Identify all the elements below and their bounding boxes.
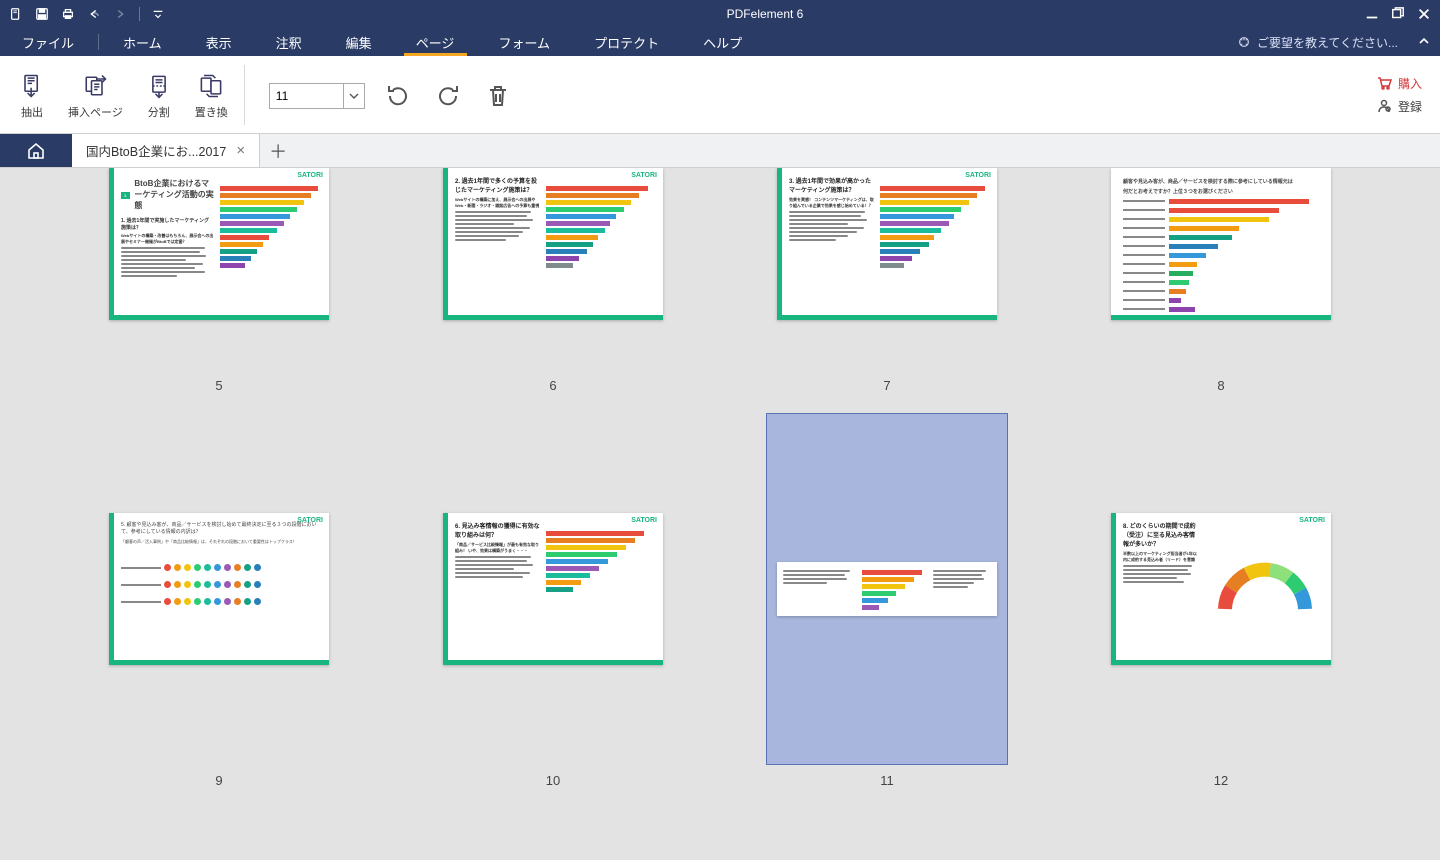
page-number-label: 12 (1214, 773, 1228, 788)
brand-logo: SATORI (1299, 517, 1325, 524)
page-number-label: 10 (546, 773, 560, 788)
menu-page[interactable]: ページ (394, 28, 477, 56)
insert-label: 挿入ページ (68, 104, 123, 120)
page-number-dropdown-icon[interactable] (343, 83, 365, 109)
page-thumbnail[interactable]: SATORI 8. どのくらいの期間で成約（受注）に至る見込み客情報が多いか？半… (1082, 413, 1360, 788)
register-label: 登録 (1398, 98, 1422, 115)
page-number-label: 9 (215, 773, 222, 788)
app-icon (4, 2, 28, 26)
menu-edit[interactable]: 編集 (324, 28, 394, 56)
rotate-right-button[interactable] (431, 79, 465, 113)
page-thumbnail[interactable]: 顧客や見込み客が、商品／サービスを検討する際に参考にしている情報元は 何だとお考… (1082, 168, 1360, 368)
buy-link[interactable]: 購入 (1376, 75, 1422, 92)
page-number-label: 5 (215, 378, 222, 393)
page-number-label: 6 (549, 378, 556, 393)
delete-page-button[interactable] (481, 79, 515, 113)
page-number-label: 7 (883, 378, 890, 393)
maximize-icon[interactable] (1386, 2, 1410, 26)
brand-logo: SATORI (631, 517, 657, 524)
page-thumbnail[interactable]: SATORI 2. 過去1年間で多くの予算を投じたマーケティング施策は？Webサ… (414, 168, 692, 368)
feedback-label: ご要望を教えてください... (1257, 34, 1398, 51)
redo-icon[interactable] (108, 2, 132, 26)
menu-display[interactable]: 表示 (184, 28, 254, 56)
page-number-field[interactable] (269, 83, 343, 109)
undo-icon[interactable] (82, 2, 106, 26)
menu-annotate[interactable]: 注釈 (254, 28, 324, 56)
brand-logo: SATORI (965, 172, 991, 179)
page-number-input[interactable] (269, 83, 365, 109)
menu-home[interactable]: ホーム (101, 28, 184, 56)
collapse-ribbon-icon[interactable] (1408, 35, 1440, 50)
extract-label: 抽出 (21, 104, 43, 120)
ribbon: 抽出 挿入ページ 分割 置き換 購入 (0, 56, 1440, 134)
page-thumbnail[interactable]: SATORI 3.BtoB企業におけるマーケティング活動の実態 1. 過去1年間… (80, 168, 358, 368)
tab-home[interactable] (0, 134, 72, 167)
save-icon[interactable] (30, 2, 54, 26)
menu-form[interactable]: フォーム (476, 28, 572, 56)
page-number-label: 11 (880, 773, 894, 788)
qat-dropdown-icon[interactable] (146, 2, 170, 26)
minimize-icon[interactable] (1360, 2, 1384, 26)
menu-separator (98, 34, 99, 50)
title-bar: PDFelement 6 (0, 0, 1440, 28)
brand-logo: SATORI (297, 172, 323, 179)
insert-page-button[interactable]: 挿入ページ (68, 72, 123, 120)
buy-label: 購入 (1398, 75, 1422, 92)
document-tabs: 国内BtoB企業にお...2017 × ＋ (0, 134, 1440, 168)
close-icon[interactable] (1412, 2, 1436, 26)
page-thumbnail[interactable]: SATORI 6. 見込み客情報の獲得に有効な取り組みは何？「商品／サービス比較… (414, 413, 692, 788)
tab-new[interactable]: ＋ (260, 134, 296, 167)
page-grid[interactable]: SATORI 3.BtoB企業におけるマーケティング活動の実態 1. 過去1年間… (0, 168, 1440, 860)
brand-logo: SATORI (297, 517, 323, 524)
feedback-link[interactable]: ご要望を教えてください... (1227, 34, 1408, 51)
tab-document[interactable]: 国内BtoB企業にお...2017 × (72, 134, 260, 167)
replace-button[interactable]: 置き換 (195, 72, 228, 120)
split-button[interactable]: 分割 (145, 72, 173, 120)
app-title: PDFelement 6 (170, 7, 1360, 21)
menu-protect[interactable]: プロテクト (572, 28, 681, 56)
qat-separator (134, 2, 144, 26)
page-number-label: 8 (1217, 378, 1224, 393)
tab-close-icon[interactable]: × (236, 142, 245, 159)
rotate-left-button[interactable] (381, 79, 415, 113)
menu-bar: ファイル ホーム 表示 注釈 編集 ページ フォーム プロテクト ヘルプ ご要望… (0, 28, 1440, 56)
menu-file[interactable]: ファイル (0, 28, 96, 56)
page-thumbnail[interactable]: SATORI 5. 顧客や見込み客が、商品／サービスを検討し始めて最終決定に至る… (80, 413, 358, 788)
split-label: 分割 (148, 104, 170, 120)
page-thumbnail[interactable]: SATORI 3. 過去1年間で効果が高かったマーケティング施策は？効果を実感！… (748, 168, 1026, 368)
brand-logo: SATORI (631, 172, 657, 179)
ribbon-separator (244, 65, 245, 125)
register-link[interactable]: 登録 (1376, 98, 1422, 115)
tab-document-label: 国内BtoB企業にお...2017 (86, 141, 226, 160)
replace-label: 置き換 (195, 104, 228, 120)
page-thumbnail-selected[interactable]: 11 (748, 413, 1026, 788)
extract-button[interactable]: 抽出 (18, 72, 46, 120)
menu-help[interactable]: ヘルプ (681, 28, 764, 56)
print-icon[interactable] (56, 2, 80, 26)
